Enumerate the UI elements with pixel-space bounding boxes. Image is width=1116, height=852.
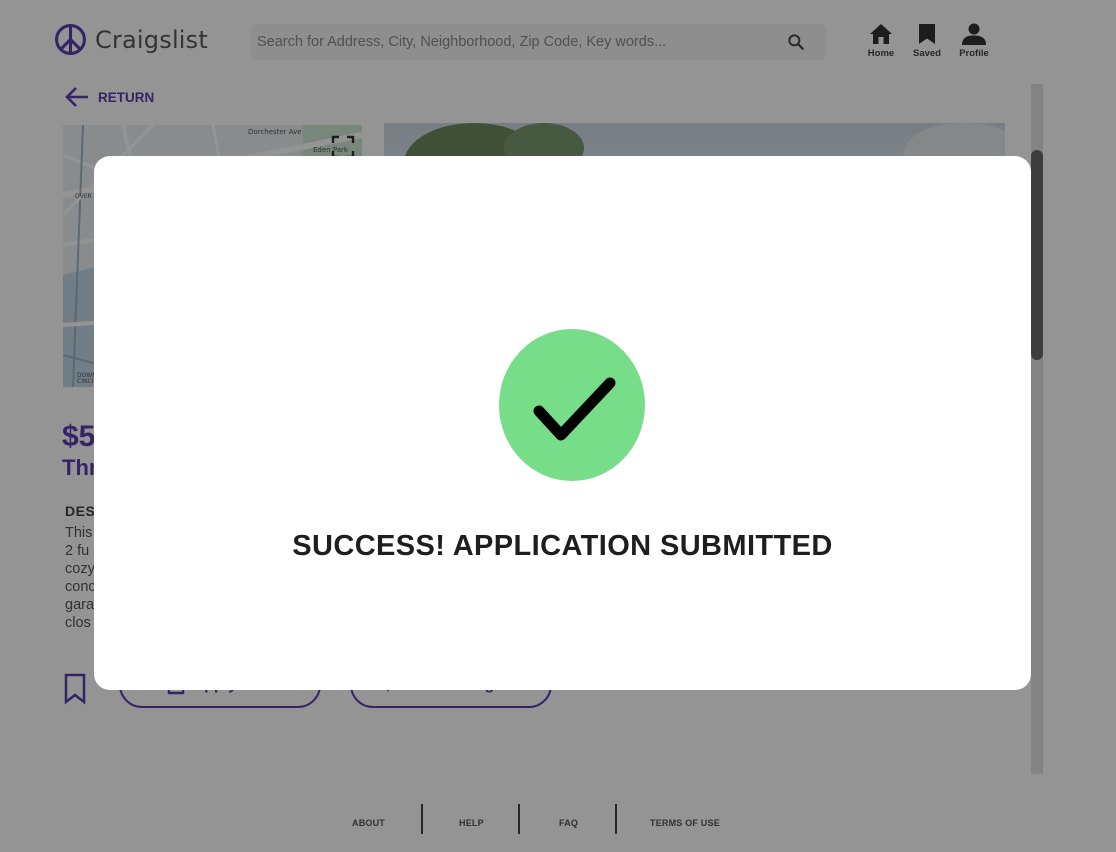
success-message: SUCCESS! APPLICATION SUBMITTED — [292, 530, 833, 562]
check-circle-icon — [499, 329, 645, 481]
success-modal: SUCCESS! APPLICATION SUBMITTED — [94, 156, 1031, 690]
